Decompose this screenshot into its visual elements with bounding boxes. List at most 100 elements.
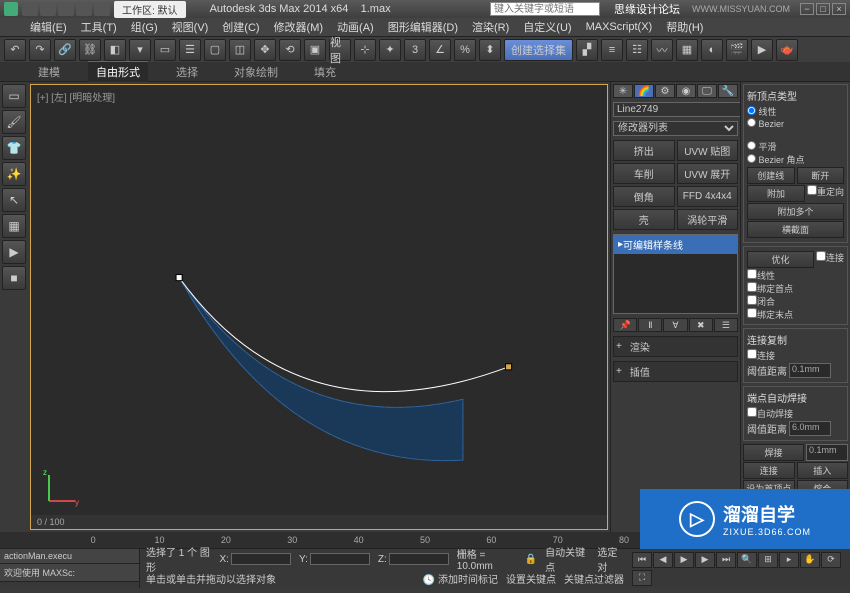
- chk-bind-last[interactable]: 绑定末点: [747, 308, 844, 321]
- menu-modifiers[interactable]: 修改器(M): [274, 19, 324, 35]
- window-crossing[interactable]: ◫: [229, 39, 251, 61]
- btn-attach-multi[interactable]: 附加多个: [747, 203, 844, 220]
- prev-frame[interactable]: ◀: [653, 552, 673, 568]
- set-key-button[interactable]: 设置关键点: [506, 571, 556, 586]
- chk-reorient[interactable]: 重定向: [807, 185, 844, 202]
- btn-cross-section[interactable]: 横截面: [747, 221, 844, 238]
- mirror-button[interactable]: ▞: [576, 39, 598, 61]
- stack-show[interactable]: Ⅱ: [638, 318, 662, 332]
- menu-view[interactable]: 视图(V): [172, 19, 209, 35]
- nav-zoom[interactable]: 🔍: [737, 552, 757, 568]
- select-name-button[interactable]: ☰: [179, 39, 201, 61]
- spinner-snap[interactable]: ⬍: [479, 39, 501, 61]
- chk-closed[interactable]: 闭合: [747, 295, 844, 308]
- tool-shirt[interactable]: 👕: [2, 136, 26, 160]
- btn-weld[interactable]: 焊接: [743, 444, 804, 461]
- tool-brush[interactable]: 🖌: [2, 110, 26, 134]
- radio-bezier[interactable]: Bezier: [747, 118, 840, 129]
- btn-create-line[interactable]: 创建线: [747, 167, 795, 184]
- chk-linear[interactable]: 线性: [747, 269, 844, 282]
- stack-editable-spline[interactable]: ▸ 可编辑样条线: [614, 235, 737, 254]
- nav-pan[interactable]: ✋: [800, 552, 820, 568]
- menu-maxscript[interactable]: MAXScript(X): [586, 21, 653, 33]
- spin-weld[interactable]: 0.1mm: [806, 444, 848, 461]
- tool-grid[interactable]: ▦: [2, 214, 26, 238]
- unlink-button[interactable]: ⛓: [79, 39, 101, 61]
- tab-create-icon[interactable]: ✳: [613, 84, 633, 98]
- menu-group[interactable]: 组(G): [131, 19, 158, 35]
- close-button[interactable]: ×: [832, 3, 846, 15]
- coord-x[interactable]: [231, 553, 291, 565]
- nav-orbit[interactable]: ⟳: [821, 552, 841, 568]
- btn-refine[interactable]: 优化: [747, 251, 814, 268]
- material-editor[interactable]: ◐: [701, 39, 723, 61]
- btn-insert[interactable]: 插入: [797, 462, 849, 479]
- viewport-time-slider[interactable]: 0 / 100: [31, 515, 607, 529]
- spin-thresh2[interactable]: 6.0mm: [789, 421, 831, 436]
- nav-fov[interactable]: ▸: [779, 552, 799, 568]
- coord-y[interactable]: [310, 553, 370, 565]
- modifier-stack[interactable]: ▸ 可编辑样条线: [613, 234, 738, 314]
- redo-button[interactable]: ↷: [29, 39, 51, 61]
- schematic-view[interactable]: ▦: [676, 39, 698, 61]
- render-button[interactable]: 🫖: [776, 39, 798, 61]
- tab-hierarchy-icon[interactable]: ⚙: [655, 84, 675, 98]
- chk-connect[interactable]: 连接: [816, 251, 844, 268]
- tab-modify-icon[interactable]: 🌈: [634, 84, 654, 98]
- scale-button[interactable]: ▣: [304, 39, 326, 61]
- ref-coord[interactable]: 视图: [329, 39, 351, 61]
- modifier-list[interactable]: 修改器列表: [613, 121, 738, 136]
- tab-model[interactable]: 建模: [30, 62, 68, 82]
- select-region[interactable]: ▢: [204, 39, 226, 61]
- move-button[interactable]: ✥: [254, 39, 276, 61]
- curve-editor[interactable]: 〰: [651, 39, 673, 61]
- tab-motion-icon[interactable]: ◉: [676, 84, 696, 98]
- stack-pin[interactable]: 📌: [613, 318, 637, 332]
- tool-cursor[interactable]: ↖: [2, 188, 26, 212]
- tab-populate[interactable]: 填充: [306, 62, 344, 82]
- bind-button[interactable]: ◧: [104, 39, 126, 61]
- tab-utilities-icon[interactable]: 🔧: [718, 84, 738, 98]
- qat-btn[interactable]: [40, 2, 56, 16]
- next-frame[interactable]: ▶: [695, 552, 715, 568]
- btn-connect[interactable]: 连接: [743, 462, 795, 479]
- menu-graph[interactable]: 图形编辑器(D): [388, 19, 458, 35]
- tool-select[interactable]: ▭: [2, 84, 26, 108]
- goto-start[interactable]: ⏮: [632, 552, 652, 568]
- select-filter[interactable]: ▾: [129, 39, 151, 61]
- menu-tools[interactable]: 工具(T): [81, 19, 117, 35]
- rollout-render[interactable]: +渲染: [613, 336, 738, 357]
- btn-break[interactable]: 断开: [797, 167, 845, 184]
- tab-display-icon[interactable]: 🖵: [697, 84, 717, 98]
- lock-icon[interactable]: 🔒: [525, 554, 537, 565]
- radio-bcorner[interactable]: Bezier 角点: [747, 153, 840, 166]
- radio-linear[interactable]: 线性: [747, 105, 840, 118]
- minimize-button[interactable]: −: [800, 3, 814, 15]
- tool-stop[interactable]: ■: [2, 266, 26, 290]
- btn-attach[interactable]: 附加: [747, 185, 805, 202]
- angle-snap[interactable]: ∠: [429, 39, 451, 61]
- radio-smooth[interactable]: 平滑: [747, 140, 840, 153]
- coord-z[interactable]: [389, 553, 449, 565]
- maxscript-line1[interactable]: actionMan.execu: [0, 549, 139, 564]
- stack-remove[interactable]: ✖: [689, 318, 713, 332]
- stack-config[interactable]: ☰: [714, 318, 738, 332]
- btn-bevel[interactable]: 倒角: [613, 186, 675, 207]
- percent-snap[interactable]: %: [454, 39, 476, 61]
- btn-uvwunwrap[interactable]: UVW 展开: [677, 163, 739, 184]
- btn-extrude[interactable]: 挤出: [613, 140, 675, 161]
- rotate-button[interactable]: ⟲: [279, 39, 301, 61]
- tool-play[interactable]: ▶: [2, 240, 26, 264]
- manip-button[interactable]: ✦: [379, 39, 401, 61]
- btn-uvwmap[interactable]: UVW 贴图: [677, 140, 739, 161]
- qat-btn[interactable]: [76, 2, 92, 16]
- maxscript-line2[interactable]: 欢迎使用 MAXSc:: [0, 564, 139, 582]
- viewport[interactable]: [+] [左] [明暗处理] z y 0 / 100: [30, 84, 608, 530]
- btn-shell[interactable]: 壳: [613, 209, 675, 230]
- rollout-interp[interactable]: +插值: [613, 361, 738, 382]
- workspace-selector[interactable]: 工作区: 默认: [114, 1, 186, 18]
- tab-freeform[interactable]: 自由形式: [88, 61, 148, 82]
- snap-button[interactable]: 3: [404, 39, 426, 61]
- nav-zoom-all[interactable]: ⊞: [758, 552, 778, 568]
- search-input[interactable]: [490, 2, 600, 16]
